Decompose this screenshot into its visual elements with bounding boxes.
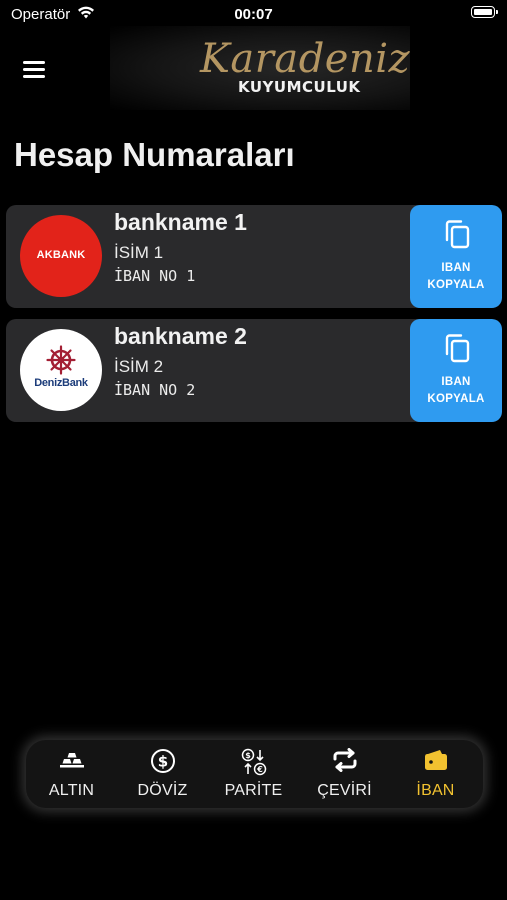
- clock: 00:07: [234, 6, 273, 23]
- denizbank-logo: DenizBank: [20, 329, 102, 411]
- battery-icon: [471, 6, 498, 18]
- wallet-icon: [425, 750, 447, 770]
- logo-subtitle: KUYUMCULUK: [238, 78, 361, 96]
- page-title: Hesap Numaraları: [14, 136, 295, 173]
- account-card: DenizBank bankname 2 İSİM 2 İBAN NO 2 IB…: [6, 319, 502, 422]
- bank-name: bankname 2: [114, 323, 247, 349]
- svg-text:€: €: [256, 765, 263, 774]
- ship-wheel-icon: [46, 345, 76, 375]
- account-card: AKBANK bankname 1 İSİM 1 İBAN NO 1 IBAN …: [6, 205, 502, 308]
- copy-icon: [445, 220, 470, 249]
- iban-number: İBAN NO 2: [114, 381, 196, 399]
- akbank-logo: AKBANK: [20, 215, 102, 297]
- header: Karadeniz KUYUMCULUK: [0, 26, 507, 112]
- tab-label: İBAN: [416, 782, 455, 799]
- tab-label: DÖVİZ: [137, 782, 188, 799]
- account-holder-name: İSİM 1: [114, 243, 164, 262]
- tab-parite[interactable]: $ € PARİTE: [208, 740, 299, 808]
- copy-icon: [445, 334, 470, 363]
- tab-label: ALTIN: [48, 782, 95, 799]
- bottom-tab-bar: ALTIN $ DÖVİZ $ € PARİTE ÇEVİRİ İBAN: [26, 740, 483, 808]
- tab-label: PARİTE: [224, 782, 283, 799]
- dollar-coin-icon: $: [151, 749, 175, 773]
- logo-script-text: Karadeniz: [200, 36, 411, 82]
- copy-iban-label: IBAN KOPYALA: [427, 376, 485, 405]
- hamburger-menu-icon[interactable]: [20, 54, 50, 84]
- tab-ceviri[interactable]: ÇEVİRİ: [299, 740, 390, 808]
- currency-exchange-icon: $ €: [241, 748, 267, 776]
- copy-iban-button[interactable]: IBAN KOPYALA: [410, 205, 502, 308]
- account-holder-name: İSİM 2: [114, 357, 164, 376]
- repeat-arrows-icon: [333, 748, 357, 772]
- bank-name: bankname 1: [114, 209, 247, 235]
- svg-text:$: $: [158, 753, 168, 771]
- tab-iban[interactable]: İBAN: [390, 740, 481, 808]
- bank-logo-text: DenizBank: [34, 377, 88, 389]
- copy-iban-button[interactable]: IBAN KOPYALA: [410, 319, 502, 422]
- copy-iban-label: IBAN KOPYALA: [427, 262, 485, 291]
- tab-altin[interactable]: ALTIN: [26, 740, 117, 808]
- brand-logo: Karadeniz KUYUMCULUK: [110, 26, 410, 110]
- svg-text:$: $: [245, 751, 251, 760]
- bank-logo-text: AKBANK: [36, 249, 86, 261]
- gold-bars-icon: [60, 753, 84, 768]
- iban-number: İBAN NO 1: [114, 267, 196, 285]
- tab-doviz[interactable]: $ DÖVİZ: [117, 740, 208, 808]
- tab-label: ÇEVİRİ: [317, 782, 372, 799]
